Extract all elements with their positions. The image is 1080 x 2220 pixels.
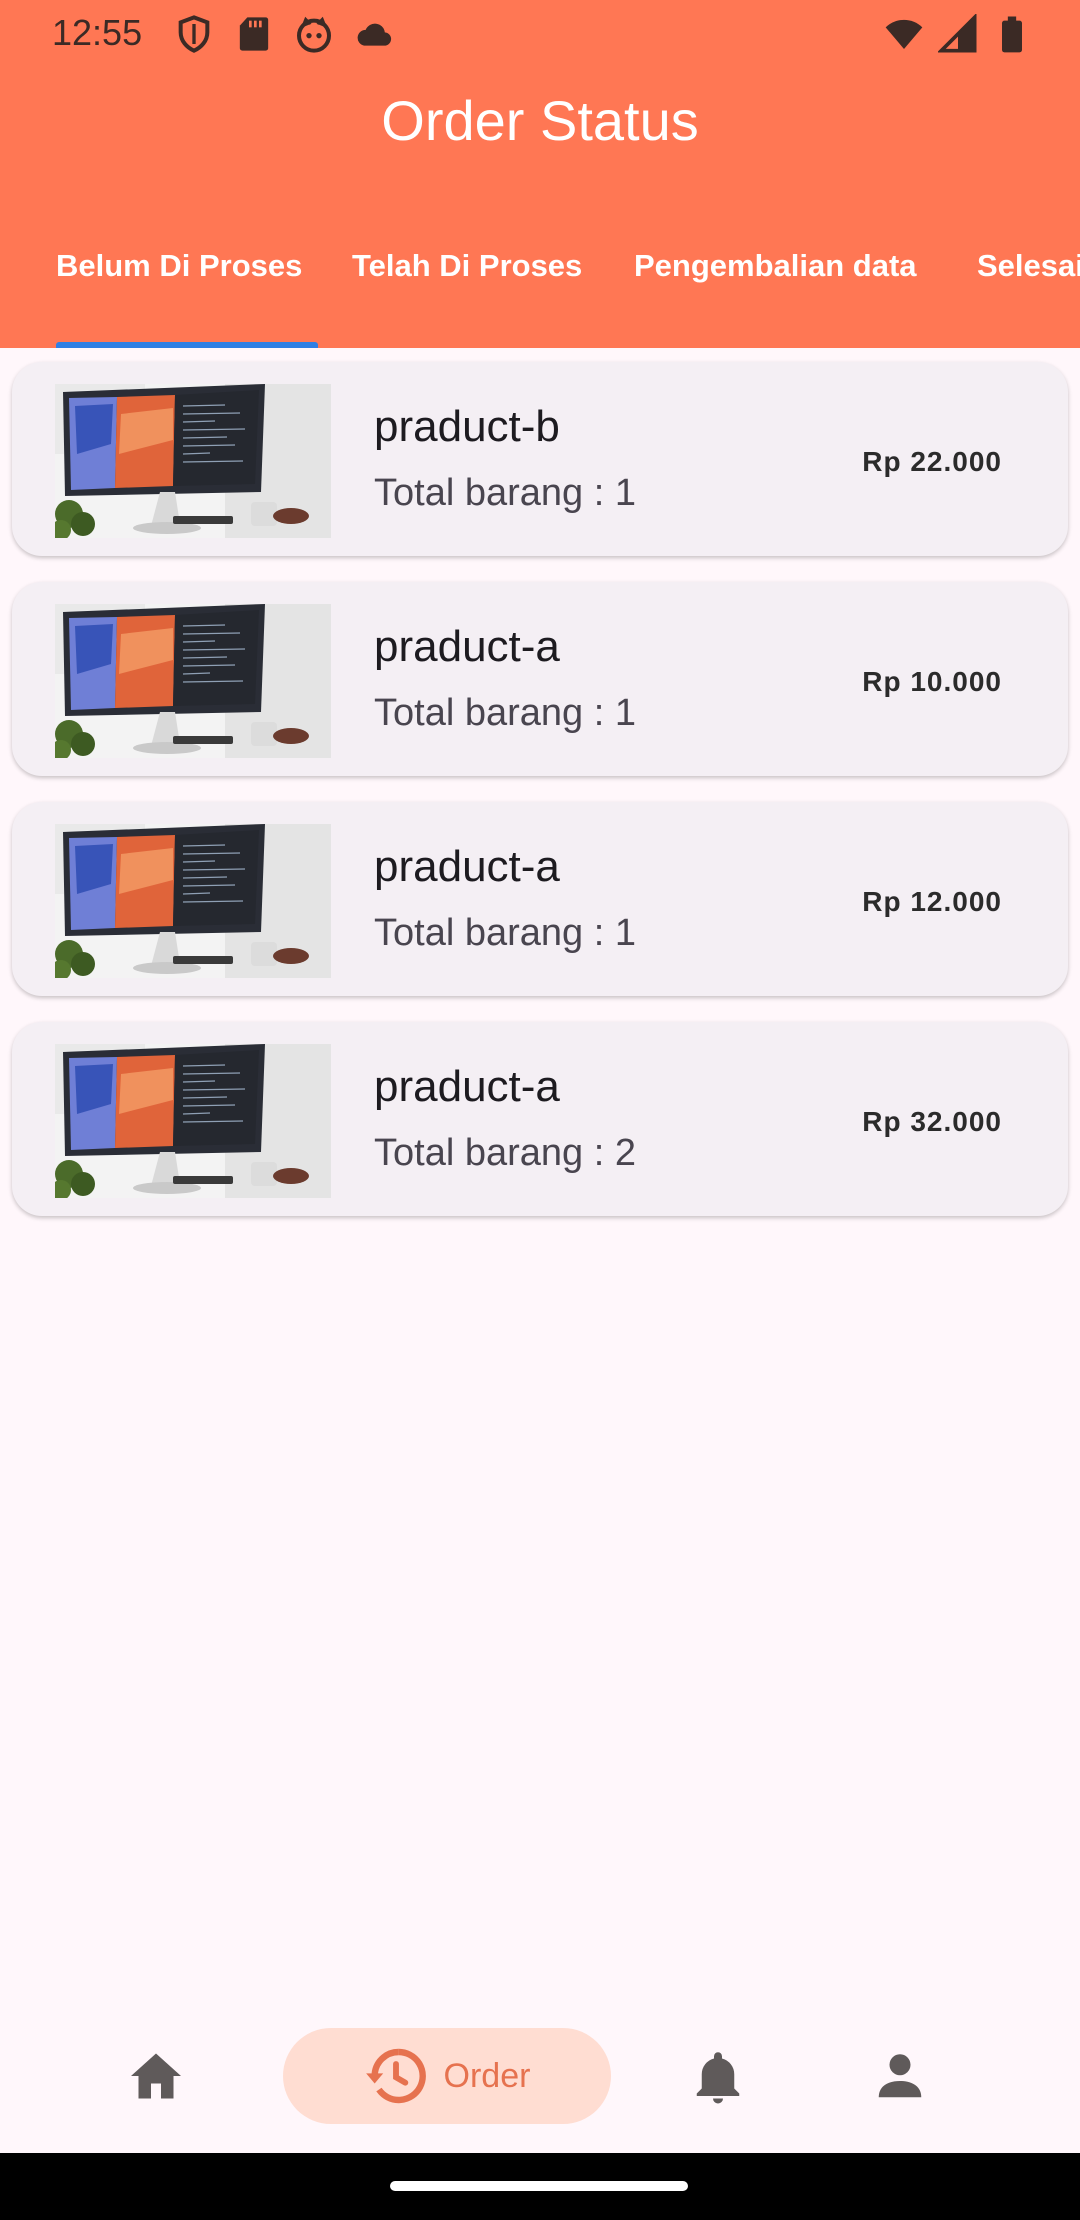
product-total-items: Total barang : 1: [374, 912, 636, 954]
monitor-product-image: [55, 824, 331, 978]
order-card[interactable]: praduct-a Total barang : 2 Rp 32.000: [12, 1022, 1068, 1216]
product-thumbnail: [55, 604, 331, 758]
product-thumbnail: [55, 824, 331, 978]
sdcard-icon: [239, 17, 269, 51]
page-title: Order Status: [381, 89, 699, 152]
product-price: Rp 32.000: [862, 1106, 1002, 1137]
product-name: praduct-a: [374, 842, 560, 891]
product-total-items: Total barang : 1: [374, 692, 636, 734]
monitor-product-image: [55, 384, 331, 538]
app-bar: 12:55 Order Status Belum Di Proses Telah…: [0, 0, 1080, 348]
history-icon: [365, 2048, 426, 2104]
product-name: praduct-a: [374, 1062, 560, 1111]
bell-icon: [696, 2052, 740, 2104]
product-price: Rp 10.000: [862, 666, 1002, 697]
bottom-navigation: Order: [0, 2008, 1080, 2153]
nav-profile[interactable]: [852, 2028, 948, 2124]
product-name: praduct-b: [374, 402, 560, 451]
tab-belum-di-proses[interactable]: Belum Di Proses: [56, 248, 302, 284]
order-card[interactable]: praduct-a Total barang : 1 Rp 12.000: [12, 802, 1068, 996]
status-time: 12:55: [52, 12, 143, 53]
home-gesture-bar[interactable]: [390, 2181, 688, 2191]
nav-notifications[interactable]: [670, 2028, 766, 2124]
signal-icon: [938, 14, 977, 53]
home-icon: [131, 2053, 181, 2099]
tab-indicator: [56, 342, 318, 348]
status-bar: 12:55: [0, 0, 1080, 66]
system-navigation-bar: [0, 2153, 1080, 2220]
tab-pengembalian-data[interactable]: Pengembalian data: [634, 248, 917, 284]
wifi-icon: [885, 19, 923, 49]
face-icon: [297, 16, 331, 53]
tab-telah-di-proses[interactable]: Telah Di Proses: [352, 248, 582, 284]
order-status-tabs: Belum Di Proses Telah Di Proses Pengemba…: [0, 230, 1080, 348]
person-icon: [878, 2054, 922, 2098]
monitor-product-image: [55, 1044, 331, 1198]
monitor-product-image: [55, 604, 331, 758]
nav-order[interactable]: Order: [283, 2028, 611, 2124]
product-price: Rp 22.000: [862, 446, 1002, 477]
shield-icon: [178, 15, 210, 53]
order-card[interactable]: praduct-b Total barang : 1 Rp 22.000: [12, 362, 1068, 556]
nav-order-label: Order: [443, 2056, 531, 2095]
product-thumbnail: [55, 384, 331, 538]
product-thumbnail: [55, 1044, 331, 1198]
tab-selesai[interactable]: Selesai: [977, 248, 1080, 284]
battery-icon: [1002, 16, 1022, 53]
cloud-icon: [357, 23, 392, 46]
nav-home[interactable]: [108, 2028, 204, 2124]
order-card[interactable]: praduct-a Total barang : 1 Rp 10.000: [12, 582, 1068, 776]
product-total-items: Total barang : 1: [374, 472, 636, 514]
product-name: praduct-a: [374, 622, 560, 671]
product-price: Rp 12.000: [862, 886, 1002, 917]
product-total-items: Total barang : 2: [374, 1132, 636, 1174]
